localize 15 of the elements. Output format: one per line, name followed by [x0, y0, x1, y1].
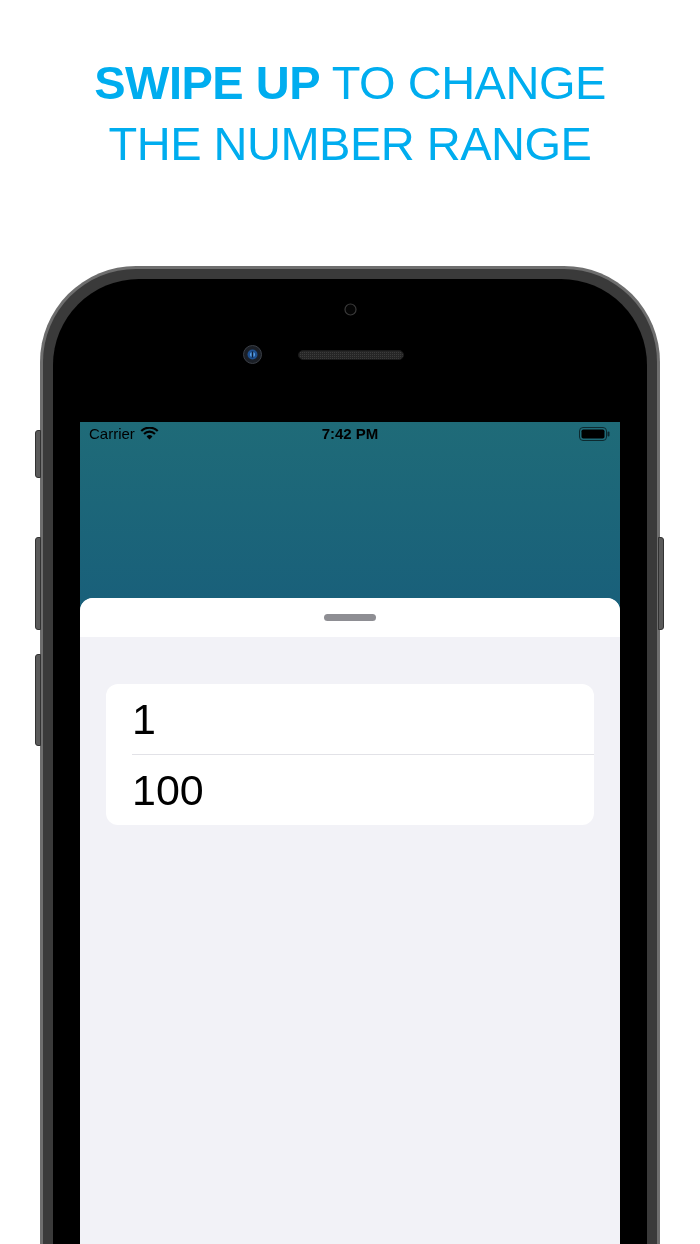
number-field[interactable]: 100 — [106, 755, 594, 825]
number-field[interactable]: 1 — [106, 684, 594, 754]
camera-lens-icon — [242, 345, 262, 364]
side-button[interactable] — [658, 537, 664, 630]
headline-text: SWIPE UP TO CHANGE THE NUMBER RANGE — [94, 55, 606, 172]
battery-icon — [579, 427, 610, 441]
sensor-dot-icon — [343, 303, 357, 316]
side-button[interactable] — [35, 654, 41, 746]
clock-time: 7:42 PM — [321, 423, 379, 444]
side-button[interactable] — [35, 537, 41, 630]
grabber-handle[interactable] — [324, 614, 376, 621]
carrier-label: Carrier — [89, 423, 135, 444]
speaker-grille-icon — [297, 349, 404, 360]
wifi-icon — [139, 427, 159, 441]
side-button[interactable] — [35, 430, 41, 478]
